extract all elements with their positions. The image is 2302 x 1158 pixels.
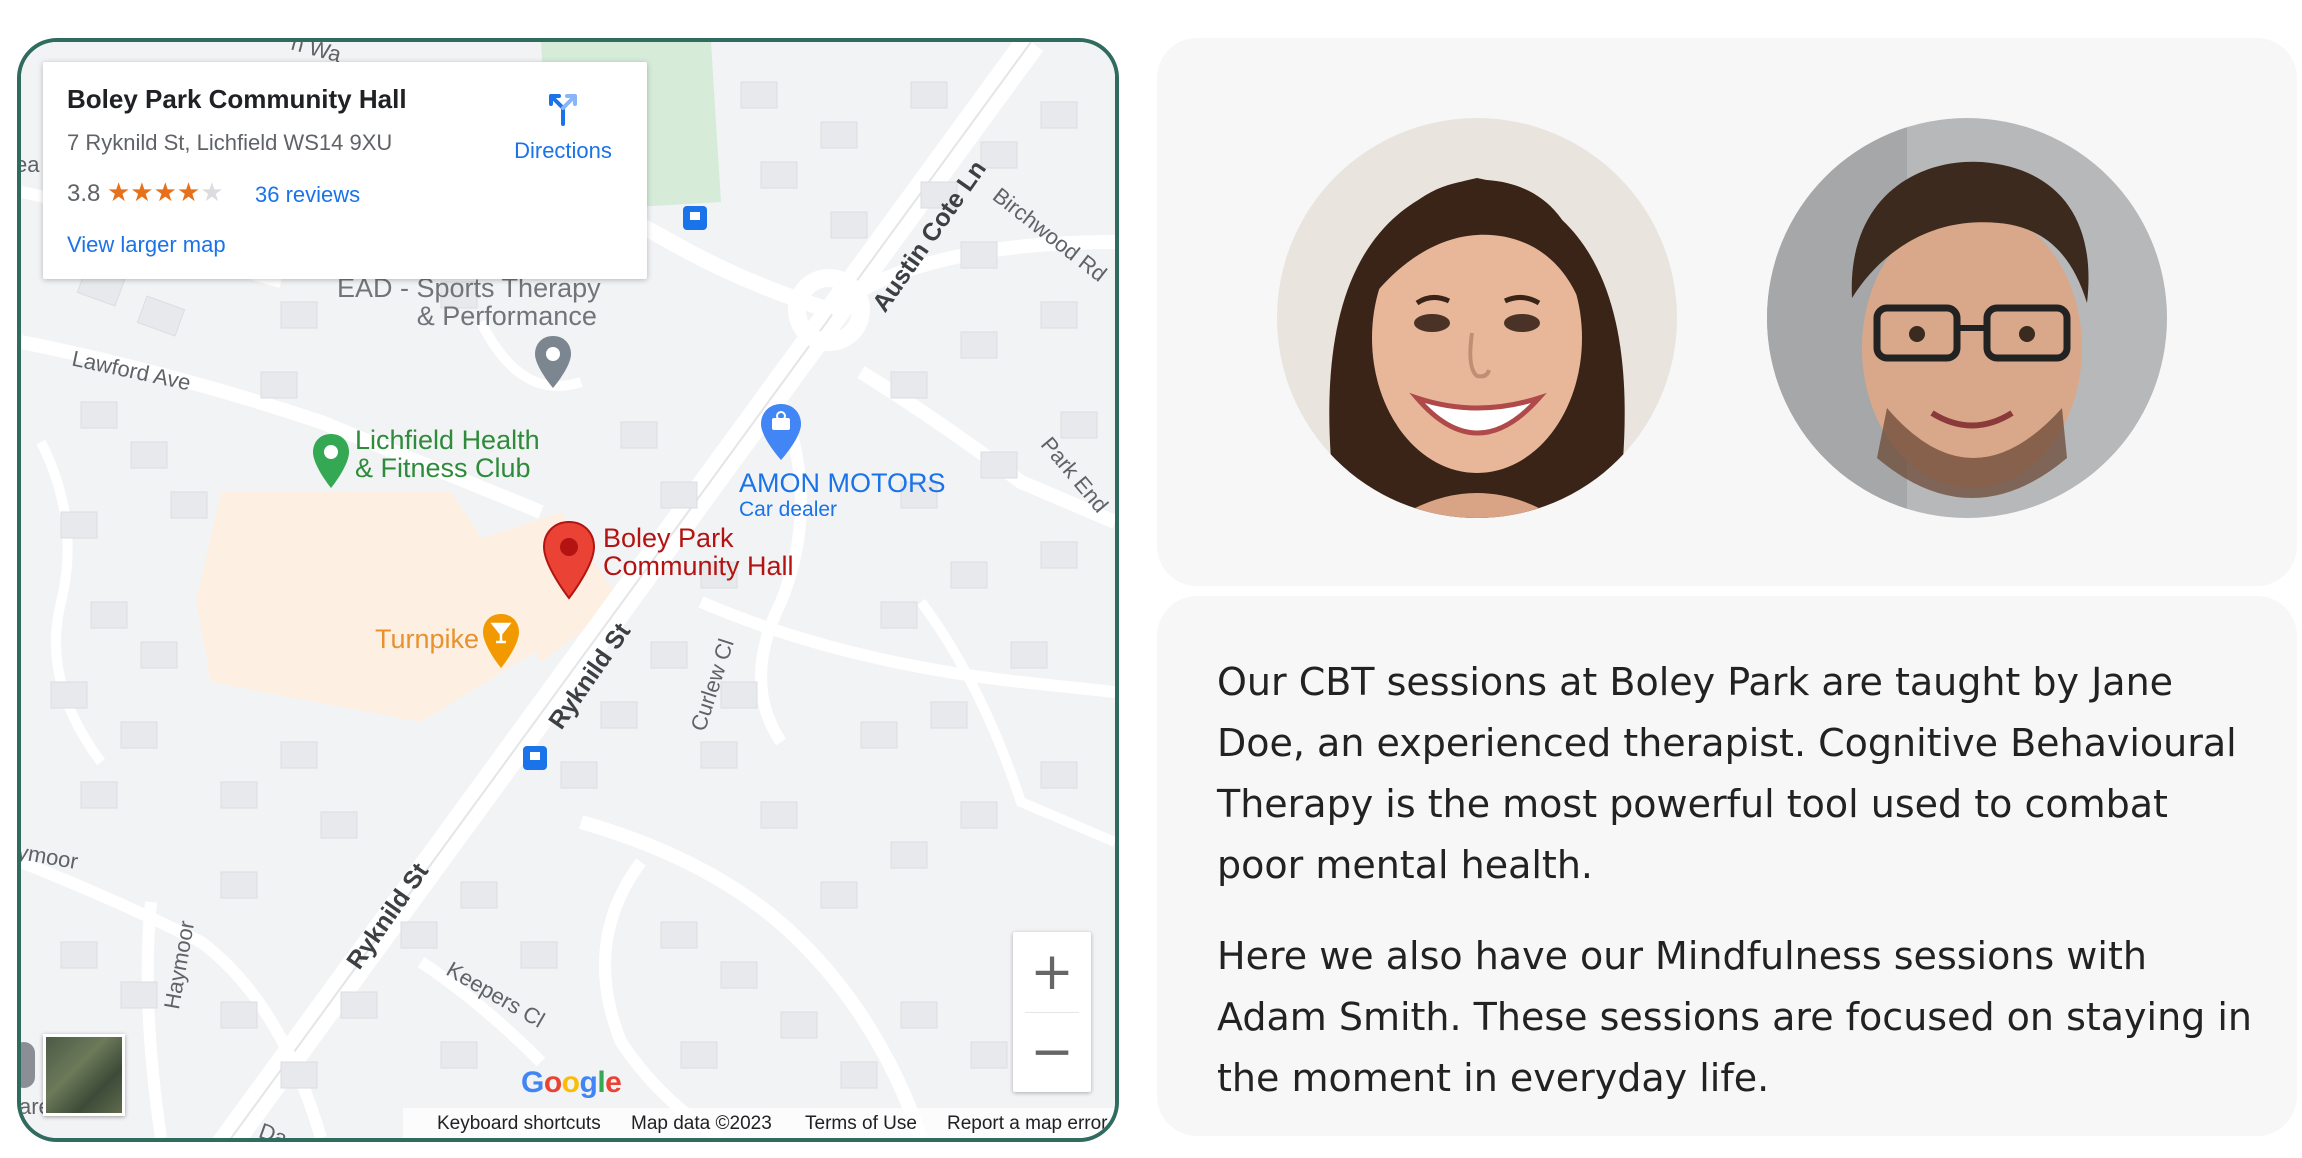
car-dealer-pin-icon[interactable] <box>759 402 803 462</box>
report-error-link[interactable]: Report a map error <box>947 1113 1108 1135</box>
mindfulness-paragraph: Here we also have our Mindfulness sessio… <box>1217 934 2253 1100</box>
sessions-text-panel: Our CBT sessions at Boley Park are taugh… <box>1157 596 2297 1136</box>
place-info-card: Boley Park Community Hall 7 Ryknild St, … <box>43 62 647 279</box>
map-label-turnpike: Turnpike <box>375 624 480 654</box>
zoom-in-button[interactable]: + <box>1013 932 1091 1012</box>
rating-stars: ★★★★★ <box>107 178 224 208</box>
boley-line1: Boley Park <box>603 523 734 553</box>
place-rating: 3.8 <box>67 180 101 207</box>
map-label-ead: EAD - Sports Therapy & Performance <box>337 274 601 330</box>
fitness-pin-icon[interactable] <box>311 432 351 490</box>
directions-icon <box>549 94 577 126</box>
map-label-amon: AMON MOTORS <box>739 468 946 498</box>
zoom-divider <box>1025 1012 1079 1013</box>
map-label-lichfield: Lichfield Health & Fitness Club <box>355 426 540 482</box>
directions-button[interactable]: Directions <box>503 84 623 164</box>
ead-line2: & Performance <box>416 301 597 331</box>
adam-smith-portrait <box>1767 118 2167 518</box>
instructors-panel <box>1157 38 2297 586</box>
cbt-paragraph: Our CBT sessions at Boley Park are taugh… <box>1217 660 2237 887</box>
map-label-boley: Boley Park Community Hall <box>603 524 794 580</box>
google-logo: Google <box>521 1066 622 1099</box>
filled-stars-icon: ★★★★ <box>107 178 201 208</box>
map-label-car-dealer: Car dealer <box>739 498 838 521</box>
man-portrait-icon <box>1767 118 2167 518</box>
google-map-embed[interactable]: n Wa ea EAD - Sports Therapy & Performan… <box>17 38 1119 1142</box>
reviews-link[interactable]: 36 reviews <box>255 182 360 208</box>
map-attribution-bar: Keyboard shortcuts Map data ©2023 Terms … <box>403 1108 1115 1138</box>
empty-star-icon: ★ <box>200 178 224 208</box>
map-data-text: Map data ©2023 <box>631 1113 772 1134</box>
lichfield-line2: & Fitness Club <box>355 453 531 483</box>
place-name: Boley Park Community Hall <box>67 84 407 114</box>
lichfield-line1: Lichfield Health <box>355 425 540 455</box>
ead-pin-icon[interactable] <box>533 334 573 390</box>
place-address: 7 Ryknild St, Lichfield WS14 9XU <box>67 130 393 155</box>
zoom-out-button[interactable]: − <box>1013 1012 1091 1092</box>
zoom-control: + − <box>1013 932 1091 1092</box>
jane-doe-portrait <box>1277 118 1677 518</box>
bar-pin-icon[interactable] <box>481 612 521 670</box>
pegman-icon[interactable] <box>21 1042 35 1088</box>
map-label-ea: ea <box>17 152 40 177</box>
terms-link[interactable]: Terms of Use <box>805 1113 917 1135</box>
location-marker-icon[interactable] <box>541 520 597 600</box>
view-larger-map-link[interactable]: View larger map <box>67 232 226 258</box>
satellite-toggle-button[interactable] <box>43 1034 125 1116</box>
boley-line2: Community Hall <box>603 551 794 581</box>
keyboard-shortcuts-link[interactable]: Keyboard shortcuts <box>437 1113 601 1135</box>
directions-label: Directions <box>514 138 612 163</box>
woman-portrait-icon <box>1277 118 1677 518</box>
